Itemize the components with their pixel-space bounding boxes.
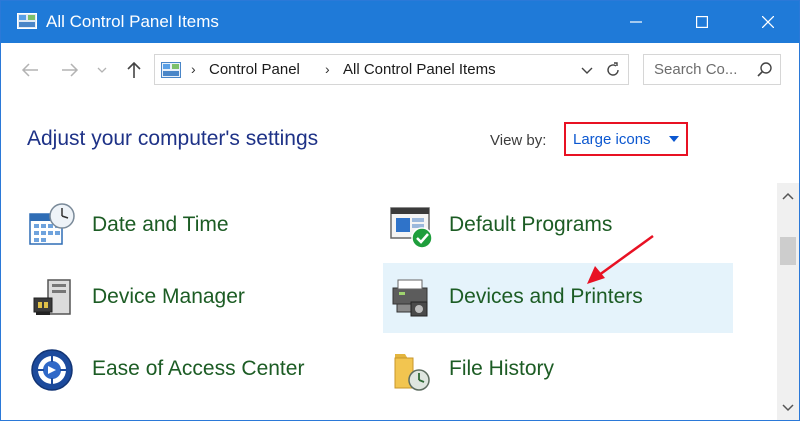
page-header: Adjust your computer's settings View by:… bbox=[1, 98, 799, 184]
search-placeholder: Search Co... bbox=[654, 61, 738, 78]
item-devices-and-printers[interactable]: Devices and Printers bbox=[383, 263, 733, 333]
title-bar[interactable]: All Control Panel Items bbox=[1, 1, 799, 43]
control-panel-icon bbox=[17, 13, 37, 29]
breadcrumb-control-panel[interactable]: Control Panel bbox=[209, 61, 300, 78]
item-label: File History bbox=[449, 357, 555, 380]
page-title: Adjust your computer's settings bbox=[27, 127, 319, 150]
device-manager-icon bbox=[33, 279, 71, 315]
refresh-icon[interactable] bbox=[604, 61, 622, 79]
date-time-icon bbox=[29, 203, 75, 245]
minimize-icon bbox=[630, 21, 642, 23]
control-panel-window: All Control Panel Items › Control Panel … bbox=[0, 0, 800, 421]
red-arrow-annotation-icon bbox=[587, 234, 654, 284]
address-bar[interactable]: › Control Panel › All Control Panel Item… bbox=[154, 54, 629, 85]
close-icon bbox=[762, 16, 774, 28]
item-label: Devices and Printers bbox=[449, 285, 643, 308]
maximize-icon bbox=[696, 16, 708, 28]
item-date-and-time[interactable]: Date and Time bbox=[24, 191, 374, 261]
scrollbar-thumb[interactable] bbox=[780, 237, 796, 265]
back-arrow-icon bbox=[21, 63, 38, 77]
caret-down-icon bbox=[669, 136, 679, 142]
back-button[interactable] bbox=[19, 58, 41, 82]
item-label: Device Manager bbox=[92, 285, 245, 308]
up-arrow-icon bbox=[127, 61, 141, 78]
forward-button[interactable] bbox=[59, 58, 81, 82]
view-by-value: Large icons bbox=[573, 131, 651, 148]
view-by-dropdown[interactable]: Large icons bbox=[564, 122, 688, 156]
ease-of-access-icon bbox=[31, 349, 73, 391]
maximize-button[interactable] bbox=[679, 1, 725, 43]
breadcrumb-separator-icon: › bbox=[325, 61, 330, 77]
control-panel-items: Date and Time Default Programs Device Ma… bbox=[1, 183, 777, 420]
search-icon[interactable] bbox=[756, 61, 774, 79]
scroll-up-icon[interactable] bbox=[782, 191, 794, 201]
view-by-label: View by: bbox=[490, 132, 547, 149]
item-device-manager[interactable]: Device Manager bbox=[24, 263, 374, 333]
item-file-history[interactable]: File History bbox=[383, 335, 733, 405]
navigation-bar: › Control Panel › All Control Panel Item… bbox=[1, 43, 799, 98]
item-label: Ease of Access Center bbox=[92, 357, 305, 380]
breadcrumb-all-items[interactable]: All Control Panel Items bbox=[343, 61, 496, 78]
scroll-down-icon[interactable] bbox=[782, 403, 794, 413]
forward-arrow-icon bbox=[62, 63, 79, 77]
chevron-down-icon bbox=[97, 67, 107, 73]
file-history-icon bbox=[394, 354, 430, 391]
default-programs-icon bbox=[390, 207, 433, 249]
recent-locations-button[interactable] bbox=[94, 58, 110, 82]
search-input[interactable]: Search Co... bbox=[643, 54, 781, 85]
up-button[interactable] bbox=[123, 58, 145, 82]
minimize-button[interactable] bbox=[613, 1, 659, 43]
control-panel-icon bbox=[161, 62, 181, 78]
item-default-programs[interactable]: Default Programs bbox=[383, 191, 733, 261]
item-ease-of-access-center[interactable]: Ease of Access Center bbox=[24, 335, 374, 405]
devices-printers-icon bbox=[392, 279, 428, 317]
vertical-scrollbar[interactable] bbox=[777, 183, 799, 420]
breadcrumb-separator-icon: › bbox=[191, 61, 196, 77]
item-label: Date and Time bbox=[92, 213, 229, 236]
close-button[interactable] bbox=[745, 1, 791, 43]
address-dropdown-icon[interactable] bbox=[579, 62, 595, 78]
window-title: All Control Panel Items bbox=[46, 12, 219, 31]
